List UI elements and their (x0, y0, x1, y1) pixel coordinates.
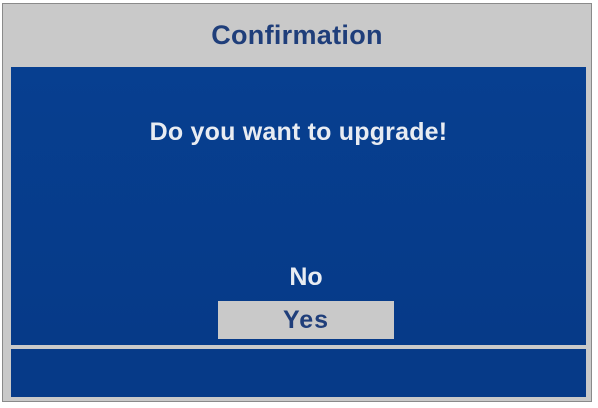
no-option-label: No (289, 262, 323, 291)
yes-option-label: Yes (282, 305, 330, 334)
dialog-body: Do you want to upgrade! No Yes (11, 67, 586, 345)
dialog-title: Confirmation (211, 20, 383, 50)
confirmation-dialog: Confirmation Do you want to upgrade! No … (2, 3, 592, 402)
no-option[interactable]: No (218, 258, 394, 296)
dialog-title-bar: Confirmation (3, 4, 591, 67)
dialog-status-panel (11, 349, 586, 397)
yes-option[interactable]: Yes (218, 301, 394, 339)
dialog-message: Do you want to upgrade! (149, 118, 448, 146)
